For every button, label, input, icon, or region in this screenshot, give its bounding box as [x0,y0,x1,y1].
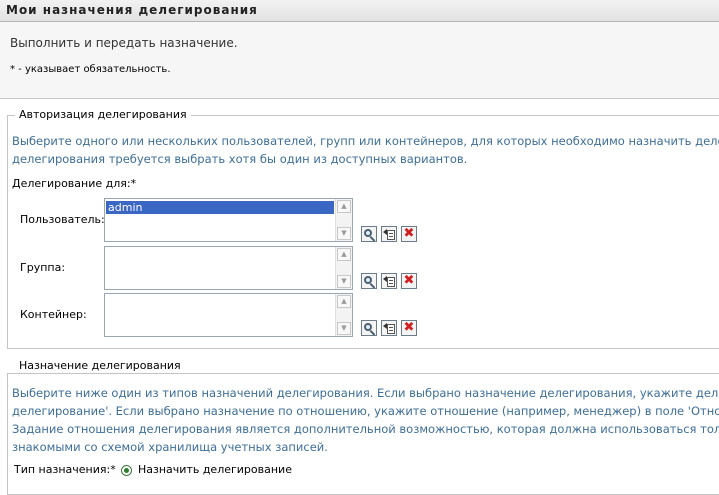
assign-delegation-radio[interactable] [121,465,132,476]
group-label: Группа: [20,261,66,274]
assignment-help-line-2: делегирование'. Если выбрано назначение … [12,404,719,418]
container-delete-icon[interactable]: ✖ [401,320,417,336]
scroll-down-icon[interactable]: ▼ [337,322,351,335]
container-label: Контейнер: [20,308,87,321]
assignment-help-line-4: знакомыми со схемой хранилища учетных за… [12,440,328,454]
delegation-for-label: Делегирование для:* [12,177,137,190]
user-delete-icon[interactable]: ✖ [401,226,417,242]
assignment-legend: Назначение делегирования [15,359,185,372]
intro-panel: Выполнить и передать назначение. * - ука… [0,22,719,99]
scroll-down-icon[interactable]: ▼ [337,227,351,240]
authorization-help-line-2: делегирования требуется выбрать хотя бы … [12,152,468,166]
assignment-help-line-1: Выберите ниже один из типов назначений д… [12,386,719,400]
scroll-up-icon[interactable]: ▲ [337,295,351,308]
page-header: Мои назначения делегирования [0,0,719,22]
group-delete-icon[interactable]: ✖ [401,273,417,289]
scroll-up-icon[interactable]: ▲ [337,200,351,213]
authorization-help-line-1: Выберите одного или нескольких пользоват… [12,134,719,148]
user-search-icon[interactable] [361,226,377,242]
container-history-icon[interactable] [381,320,397,336]
group-scrollbar[interactable]: ▲ ▼ [335,247,352,289]
group-search-icon[interactable] [361,273,377,289]
container-scrollbar[interactable]: ▲ ▼ [335,294,352,336]
user-label: Пользователь: [20,213,105,226]
page-description: Выполнить и передать назначение. [10,36,238,50]
assignment-type-label: Тип назначения:* [14,463,116,476]
scroll-down-icon[interactable]: ▼ [337,275,351,288]
user-scrollbar[interactable]: ▲ ▼ [335,199,352,241]
container-listbox[interactable]: ▲ ▼ [104,293,353,337]
group-history-icon[interactable] [381,273,397,289]
group-listbox[interactable]: ▲ ▼ [104,246,353,290]
page-title: Мои назначения делегирования [6,3,258,17]
scroll-up-icon[interactable]: ▲ [337,248,351,261]
list-item[interactable]: admin [106,201,334,214]
container-search-icon[interactable] [361,320,377,336]
required-note: * - указывает обязательность. [10,64,171,75]
user-history-icon[interactable] [381,226,397,242]
authorization-legend: Авторизация делегирования [15,108,191,121]
assign-delegation-option-label[interactable]: Назначить делегирование [138,463,292,476]
user-listbox[interactable]: admin ▲ ▼ [104,198,353,242]
assignment-help-line-3: Задание отношения делегирования является… [12,422,719,436]
